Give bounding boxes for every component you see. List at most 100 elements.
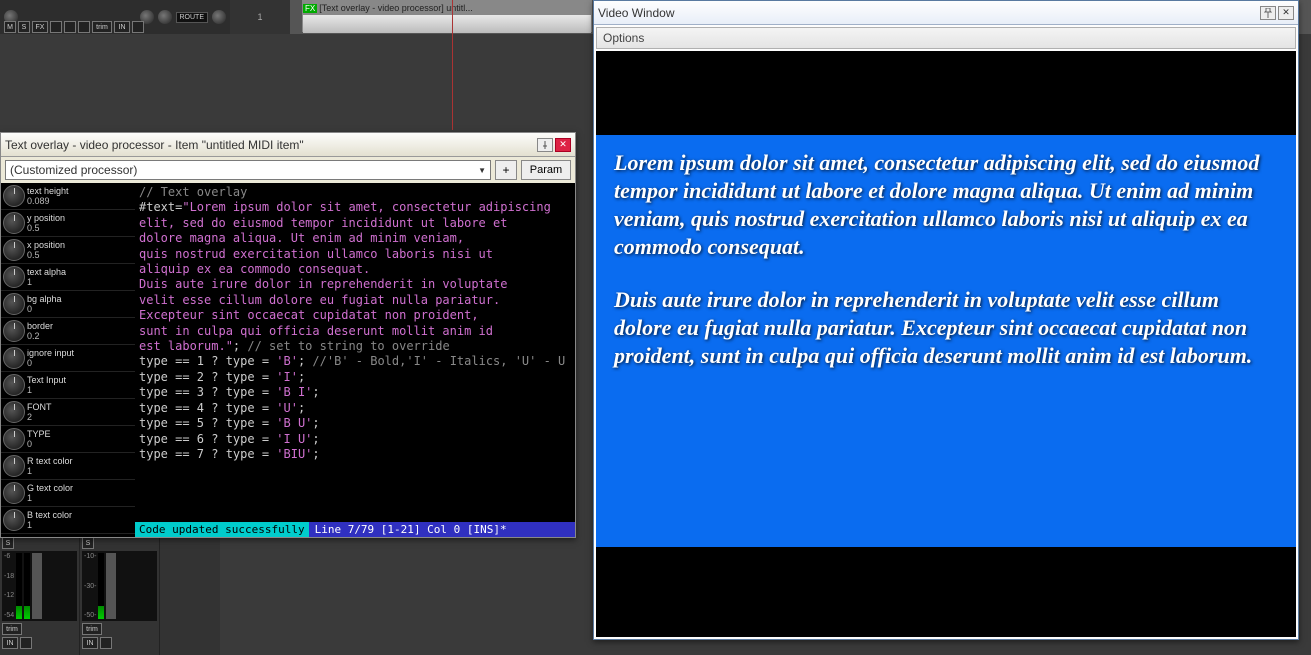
code-line: #text="Lorem ipsum dolor sit amet, conse… (139, 200, 571, 215)
add-preset-button[interactable]: + (495, 160, 517, 180)
mute-button[interactable]: M (4, 21, 16, 33)
db-label: -6 (4, 553, 14, 560)
knob-icon[interactable] (3, 212, 25, 234)
mixer-strip-1: S -6 -18 -12 -54 trim IN (0, 535, 80, 655)
knob-icon[interactable] (3, 509, 25, 531)
knob-name: y position (27, 213, 65, 223)
knob-icon[interactable] (3, 266, 25, 288)
knob-row-0[interactable]: text height0.089 (1, 183, 135, 210)
knob-icon[interactable] (3, 455, 25, 477)
close-button[interactable]: ✕ (1278, 6, 1294, 20)
pin-icon[interactable] (1260, 6, 1276, 20)
options-menu[interactable]: Options (603, 31, 644, 45)
misc-button-2[interactable] (78, 21, 90, 33)
preset-dropdown[interactable]: (Customized processor) ▼ (5, 160, 491, 180)
preset-name: (Customized processor) (10, 163, 137, 177)
code-line: type == 2 ? type = 'I'; (139, 370, 571, 385)
trim-button[interactable]: trim (92, 21, 112, 33)
misc-button[interactable] (100, 637, 112, 649)
pin-icon[interactable] (537, 138, 553, 152)
misc-button-1[interactable] (64, 21, 76, 33)
knob-name: text height (27, 186, 69, 196)
track-number: 1 (230, 0, 290, 34)
knob-column: text height0.089 y position0.5 x positio… (1, 183, 135, 537)
status-position: Line 7/79 [1-21] Col 0 [INS]* (309, 522, 575, 537)
misc-button[interactable] (20, 637, 32, 649)
in-label[interactable]: IN (2, 637, 18, 649)
knob-icon[interactable] (3, 347, 25, 369)
knob-row-7[interactable]: Text Input1 (1, 372, 135, 399)
close-button[interactable]: ✕ (555, 138, 571, 152)
processor-title: Text overlay - video processor - Item "u… (5, 138, 304, 152)
code-line: sunt in culpa qui officia deserunt molli… (139, 324, 571, 339)
knob-name: bg alpha (27, 294, 62, 304)
knob-row-5[interactable]: border0.2 (1, 318, 135, 345)
knob-name: border (27, 321, 53, 331)
playhead[interactable] (452, 0, 453, 130)
knob-row-8[interactable]: FONT2 (1, 399, 135, 426)
knob-value: 1 (27, 385, 66, 395)
fader[interactable] (32, 553, 42, 619)
knob-icon[interactable] (3, 374, 25, 396)
knob-row-2[interactable]: x position0.5 (1, 237, 135, 264)
knob-row-4[interactable]: bg alpha0 (1, 291, 135, 318)
db-label: -18 (4, 573, 14, 580)
knob-icon[interactable] (3, 185, 25, 207)
strip-solo[interactable]: S (2, 537, 14, 549)
trim-label[interactable]: trim (82, 623, 102, 635)
knob-icon[interactable] (3, 293, 25, 315)
knob-row-3[interactable]: text alpha1 (1, 264, 135, 291)
knob-value: 0 (27, 358, 74, 368)
in-button[interactable]: IN (114, 21, 130, 33)
fader[interactable] (106, 553, 116, 619)
video-titlebar[interactable]: Video Window ✕ (594, 1, 1298, 25)
code-line: type == 7 ? type = 'BIU'; (139, 447, 571, 462)
knob-row-11[interactable]: G text color1 (1, 480, 135, 507)
phase-button[interactable] (50, 21, 62, 33)
chevron-down-icon: ▼ (478, 166, 486, 175)
knob-icon[interactable] (3, 428, 25, 450)
fx-button[interactable]: FX (32, 21, 48, 33)
knob-value: 0.2 (27, 331, 53, 341)
misc-button-3[interactable] (132, 21, 144, 33)
processor-body: text height0.089 y position0.5 x positio… (1, 183, 575, 537)
knob-value: 0 (27, 439, 51, 449)
knob-row-6[interactable]: ignore input0 (1, 345, 135, 372)
media-clip[interactable]: FX [Text overlay - video processor] unti… (302, 0, 592, 32)
param-button[interactable]: Param (521, 160, 571, 180)
knob-value: 0.089 (27, 196, 69, 206)
overlay-text: Lorem ipsum dolor sit amet, consectetur … (614, 149, 1278, 370)
meter-bar (98, 553, 104, 619)
clip-body (303, 15, 591, 33)
knob-row-12[interactable]: B text color1 (1, 507, 135, 534)
meter-bar (24, 553, 30, 619)
knob-name: FONT (27, 402, 52, 412)
code-editor[interactable]: // Text overlay #text="Lorem ipsum dolor… (135, 183, 575, 537)
video-content: Lorem ipsum dolor sit amet, consectetur … (596, 135, 1296, 547)
processor-window: Text overlay - video processor - Item "u… (0, 132, 576, 538)
knob-icon[interactable] (3, 401, 25, 423)
fx-badge: FX (303, 4, 317, 13)
solo-button[interactable]: S (18, 21, 30, 33)
trim-label[interactable]: trim (2, 623, 22, 635)
knob-value: 1 (27, 493, 73, 503)
code-line: quis nostrud exercitation ullamco labori… (139, 247, 571, 262)
strip-solo[interactable]: S (82, 537, 94, 549)
code-line: est laborum."; // set to string to overr… (139, 339, 571, 354)
knob-row-10[interactable]: R text color1 (1, 453, 135, 480)
knob-icon[interactable] (3, 482, 25, 504)
code-line: elit, sed do eiusmod tempor incididunt u… (139, 216, 571, 231)
knob-icon[interactable] (3, 320, 25, 342)
video-title: Video Window (598, 6, 675, 20)
knob-row-9[interactable]: TYPE0 (1, 426, 135, 453)
knob-name: B text color (27, 510, 72, 520)
code-line: type == 3 ? type = 'B I'; (139, 385, 571, 400)
overlay-paragraph-1: Lorem ipsum dolor sit amet, consectetur … (614, 149, 1278, 262)
knob-row-1[interactable]: y position0.5 (1, 210, 135, 237)
knob-icon[interactable] (3, 239, 25, 261)
knob-value: 0.5 (27, 223, 65, 233)
in-label[interactable]: IN (82, 637, 98, 649)
processor-titlebar[interactable]: Text overlay - video processor - Item "u… (1, 133, 575, 157)
knob-name: R text color (27, 456, 73, 466)
meter-1: -6 -18 -12 -54 (2, 551, 77, 621)
